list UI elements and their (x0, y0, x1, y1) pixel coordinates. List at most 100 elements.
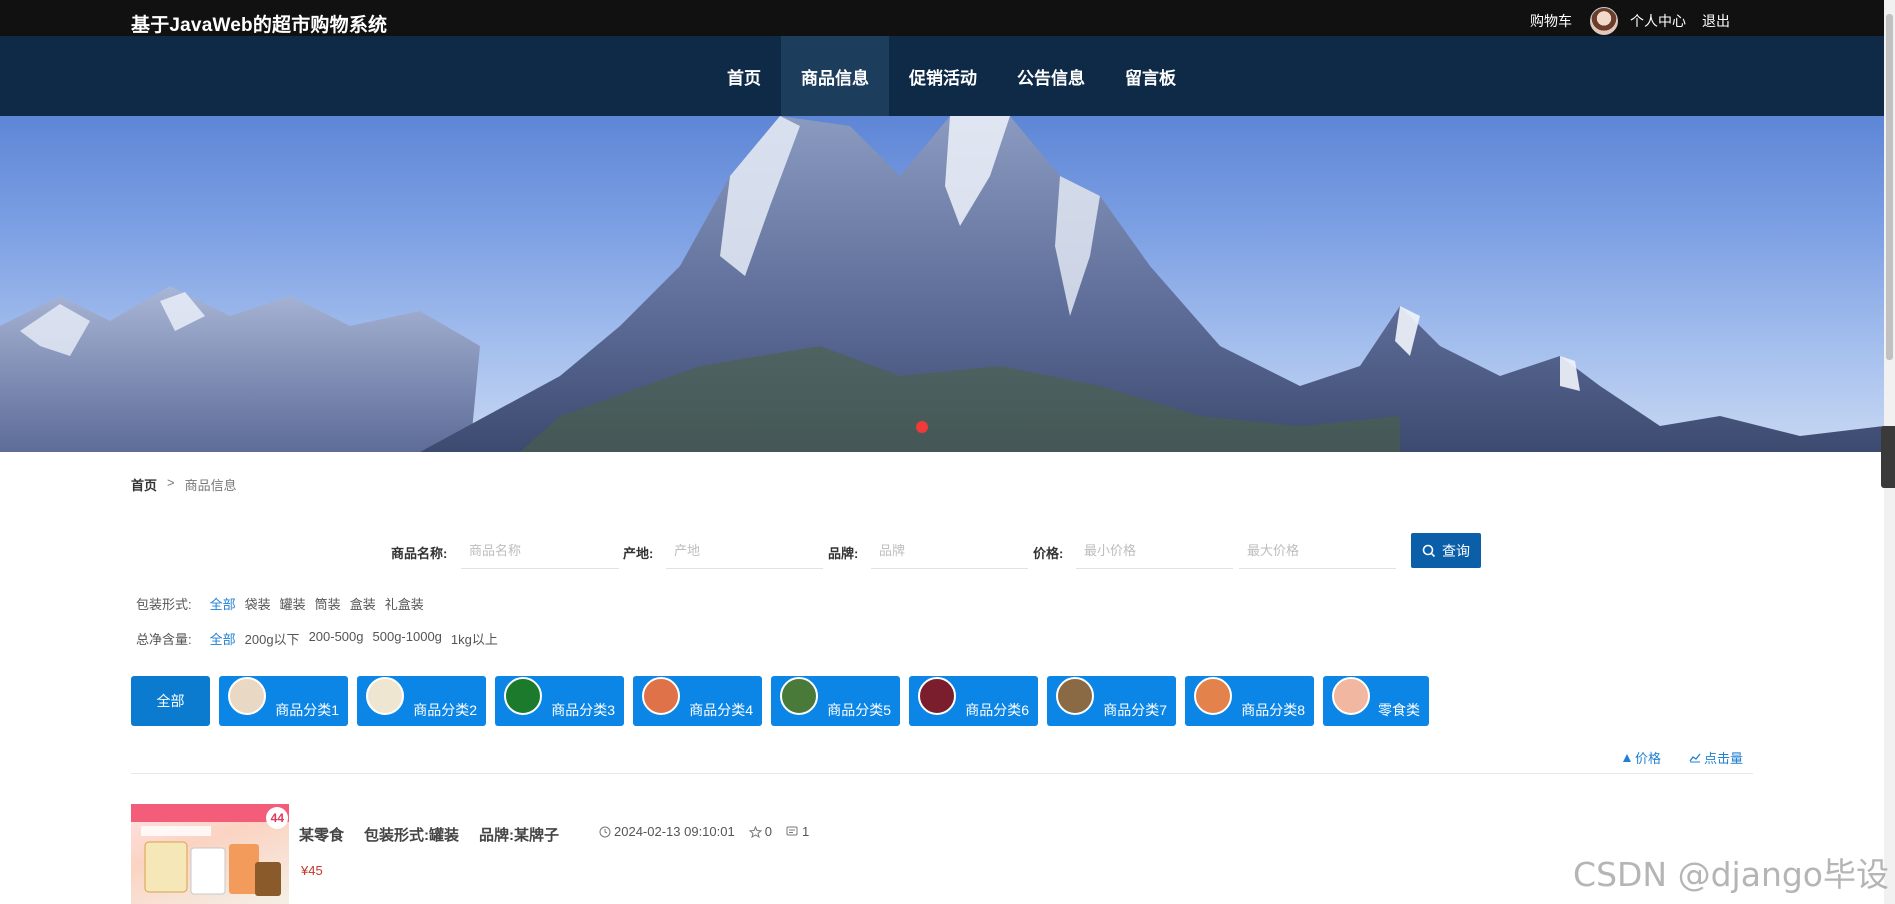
origin-input[interactable] (666, 533, 823, 569)
product-comments: 1 (786, 824, 809, 839)
product-packaging: 包装形式:罐装 (364, 827, 460, 844)
packaging-option-box[interactable]: 盒装 (350, 594, 376, 613)
category-label: 商品分类3 (551, 702, 615, 718)
net-weight-option-over-1kg[interactable]: 1kg以上 (451, 629, 498, 648)
category-thumbnail (1194, 677, 1232, 715)
category-label: 商品分类2 (413, 702, 477, 718)
list-divider (131, 773, 1753, 774)
scrollbar-thumb[interactable] (1886, 14, 1893, 360)
comment-icon (786, 826, 798, 835)
packaging-option-can[interactable]: 罐装 (280, 594, 306, 613)
breadcrumb-home[interactable]: 首页 (131, 475, 157, 494)
packaging-filter: 包装形式: 全部 袋装 罐装 筒装 盒装 礼盒装 (136, 594, 424, 613)
category-thumbnail (642, 677, 680, 715)
logout-link[interactable]: 退出 (1702, 11, 1730, 31)
price-label: 价格: (1033, 546, 1064, 561)
origin-label: 产地: (623, 546, 654, 561)
net-weight-option-under-200g[interactable]: 200g以下 (245, 629, 300, 648)
user-center-link[interactable]: 个人中心 (1630, 11, 1686, 31)
search-button-label: 查询 (1442, 542, 1470, 559)
clock-icon (599, 826, 611, 837)
product-comments-count: 1 (801, 824, 810, 839)
nav-item-message-board[interactable]: 留言板 (1105, 36, 1196, 116)
main-nav: 首页 商品信息 促销活动 公告信息 留言板 (0, 36, 1884, 116)
category-label: 商品分类5 (827, 702, 891, 718)
product-stats: 2024-02-13 09:10:01 0 1 (599, 824, 809, 839)
category-button[interactable]: 零食类 (1323, 676, 1429, 726)
category-label: 商品分类4 (689, 702, 753, 718)
sort-by-price[interactable]: 价格 (1622, 748, 1661, 767)
carousel-indicator-dot[interactable] (916, 421, 928, 433)
sort-controls: 价格 点击量 (1622, 748, 1743, 767)
net-weight-option-all[interactable]: 全部 (210, 629, 236, 648)
packaging-option-tube[interactable]: 筒装 (315, 594, 341, 613)
category-thumbnail (918, 677, 956, 715)
category-all-label: 全部 (156, 693, 185, 709)
mountain-illustration (0, 116, 1884, 452)
category-label: 商品分类8 (1241, 702, 1305, 718)
product-image[interactable]: 44 (131, 804, 289, 904)
category-tabs: 全部 商品分类1 商品分类2 商品分类3 商品分类4 商品分类5 商品分类6 商… (131, 676, 1429, 726)
sort-by-clicks[interactable]: 点击量 (1689, 748, 1743, 767)
product-favorites: 0 (748, 824, 772, 839)
category-button[interactable]: 商品分类6 (909, 676, 1038, 726)
watermark-text: CSDN @django毕设 (1573, 855, 1889, 894)
search-icon (1422, 544, 1436, 557)
product-meta: 某零食 包装形式:罐装 品牌:某牌子 (299, 824, 559, 845)
category-button[interactable]: 商品分类4 (633, 676, 762, 726)
triangle-up-icon (1622, 753, 1631, 762)
product-brand: 品牌:某牌子 (479, 827, 560, 844)
category-button[interactable]: 商品分类7 (1047, 676, 1176, 726)
category-thumbnail (228, 677, 266, 715)
cart-link[interactable]: 购物车 (1530, 11, 1572, 31)
net-weight-option-200-500g[interactable]: 200-500g (309, 629, 364, 648)
category-thumbnail (366, 677, 404, 715)
product-image-badge: 44 (270, 811, 284, 825)
product-datetime: 2024-02-13 09:10:01 (599, 824, 735, 839)
packaging-filter-label: 包装形式: (136, 597, 192, 612)
breadcrumb-separator: > (167, 475, 175, 490)
category-button[interactable]: 商品分类5 (771, 676, 900, 726)
packaging-option-gift-box[interactable]: 礼盒装 (385, 594, 424, 613)
sort-by-price-label: 价格 (1634, 751, 1661, 766)
nav-item-home[interactable]: 首页 (707, 36, 781, 116)
category-button[interactable]: 商品分类1 (219, 676, 348, 726)
search-form: 商品名称: 产地: 品牌: 价格: 查询 (0, 533, 1884, 569)
category-label: 商品分类7 (1103, 702, 1167, 718)
product-name-label: 商品名称: (391, 546, 448, 561)
breadcrumb: 首页 > 商品信息 (131, 475, 237, 494)
trend-chart-icon (1689, 753, 1701, 763)
product-name-input[interactable] (461, 533, 619, 569)
product-datetime-text: 2024-02-13 09:10:01 (614, 824, 735, 839)
category-all-button[interactable]: 全部 (131, 676, 210, 726)
nav-item-promotions[interactable]: 促销活动 (889, 36, 997, 116)
side-panel-toggle[interactable] (1881, 426, 1895, 488)
avatar[interactable] (1590, 7, 1618, 35)
sort-by-clicks-label: 点击量 (1703, 751, 1743, 766)
site-title: 基于JavaWeb的超市购物系统 (131, 15, 388, 36)
product-favorites-count: 0 (764, 824, 772, 839)
category-label: 商品分类6 (965, 702, 1029, 718)
product-name[interactable]: 某零食 (299, 824, 344, 845)
net-weight-option-500-1000g[interactable]: 500g-1000g (373, 629, 442, 648)
nav-item-notices[interactable]: 公告信息 (997, 36, 1105, 116)
nav-items: 首页 商品信息 促销活动 公告信息 留言板 (707, 36, 1196, 116)
max-price-input[interactable] (1239, 533, 1396, 569)
category-button[interactable]: 商品分类2 (357, 676, 486, 726)
category-thumbnail (504, 677, 542, 715)
nav-item-products[interactable]: 商品信息 (781, 36, 889, 116)
category-button[interactable]: 商品分类3 (495, 676, 624, 726)
category-label: 零食类 (1378, 702, 1420, 718)
search-button[interactable]: 查询 (1411, 533, 1481, 568)
category-label: 商品分类1 (275, 702, 339, 718)
top-bar: 基于JavaWeb的超市购物系统 购物车 个人中心 退出 (0, 0, 1884, 36)
min-price-input[interactable] (1076, 533, 1233, 569)
net-weight-filter-label: 总净含量: (136, 632, 192, 647)
net-weight-filter: 总净含量: 全部 200g以下 200-500g 500g-1000g 1kg以… (136, 629, 498, 648)
category-button[interactable]: 商品分类8 (1185, 676, 1314, 726)
brand-input[interactable] (871, 533, 1028, 569)
banner-carousel[interactable] (0, 116, 1884, 452)
packaging-option-all[interactable]: 全部 (210, 594, 236, 613)
top-links: 购物车 个人中心 退出 (1530, 7, 1730, 35)
packaging-option-bag[interactable]: 袋装 (245, 594, 271, 613)
